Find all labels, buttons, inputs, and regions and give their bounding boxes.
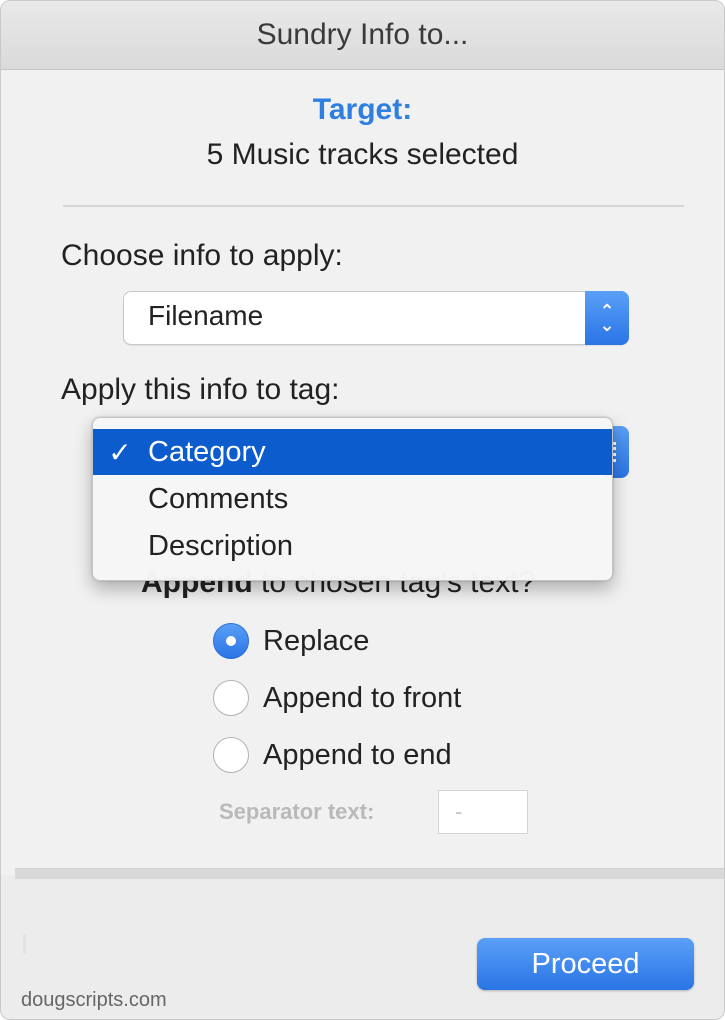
menu-item-comments[interactable]: Comments (93, 476, 612, 522)
menu-item-label: Category (148, 435, 266, 468)
radio-append-end[interactable]: Append to end (213, 735, 452, 775)
chevron-updown-icon: ⌃ ⌄ (585, 291, 629, 345)
menu-item-description[interactable]: Description (93, 523, 612, 569)
separator-value: - (455, 799, 463, 824)
radio-selected-icon[interactable] (213, 623, 249, 659)
tag-dropdown-menu: ✓ Category Comments Description (92, 417, 613, 581)
window-title: Sundry Info to... (256, 18, 469, 51)
apply-tag-label: Apply this info to tag: (61, 373, 340, 406)
footer-credit: dougscripts.com (21, 989, 167, 1011)
menu-item-label: Description (148, 529, 294, 562)
radio-unselected-icon[interactable] (213, 737, 249, 773)
separator-input[interactable]: - (438, 790, 528, 834)
proceed-button[interactable]: Proceed (477, 938, 694, 990)
info-popup-button[interactable]: Filename ⌃ ⌄ (123, 291, 629, 345)
separator-label: Separator text: (219, 799, 375, 824)
radio-label: Replace (263, 624, 370, 657)
radio-unselected-icon[interactable] (213, 680, 249, 716)
radio-label: Append to front (263, 681, 462, 714)
radio-label: Append to end (263, 738, 452, 771)
checkmark-icon: ✓ (108, 436, 132, 468)
proceed-label: Proceed (531, 947, 640, 980)
dialog-window: Sundry Info to... Target: 5 Music tracks… (0, 0, 725, 1020)
target-label: Target: (312, 93, 413, 126)
menu-item-label: Comments (148, 482, 289, 515)
radio-append-front[interactable]: Append to front (213, 678, 461, 718)
choose-info-label: Choose info to apply: (61, 239, 343, 272)
window-titlebar: Sundry Info to... (1, 1, 724, 70)
target-value: 5 Music tracks selected (206, 138, 519, 171)
info-popup-value: Filename (148, 300, 264, 331)
resize-mark (23, 934, 26, 954)
radio-replace[interactable]: Replace (213, 621, 369, 661)
menu-item-category[interactable]: ✓ Category (93, 429, 612, 475)
panel-divider (15, 868, 724, 879)
divider (63, 205, 684, 207)
